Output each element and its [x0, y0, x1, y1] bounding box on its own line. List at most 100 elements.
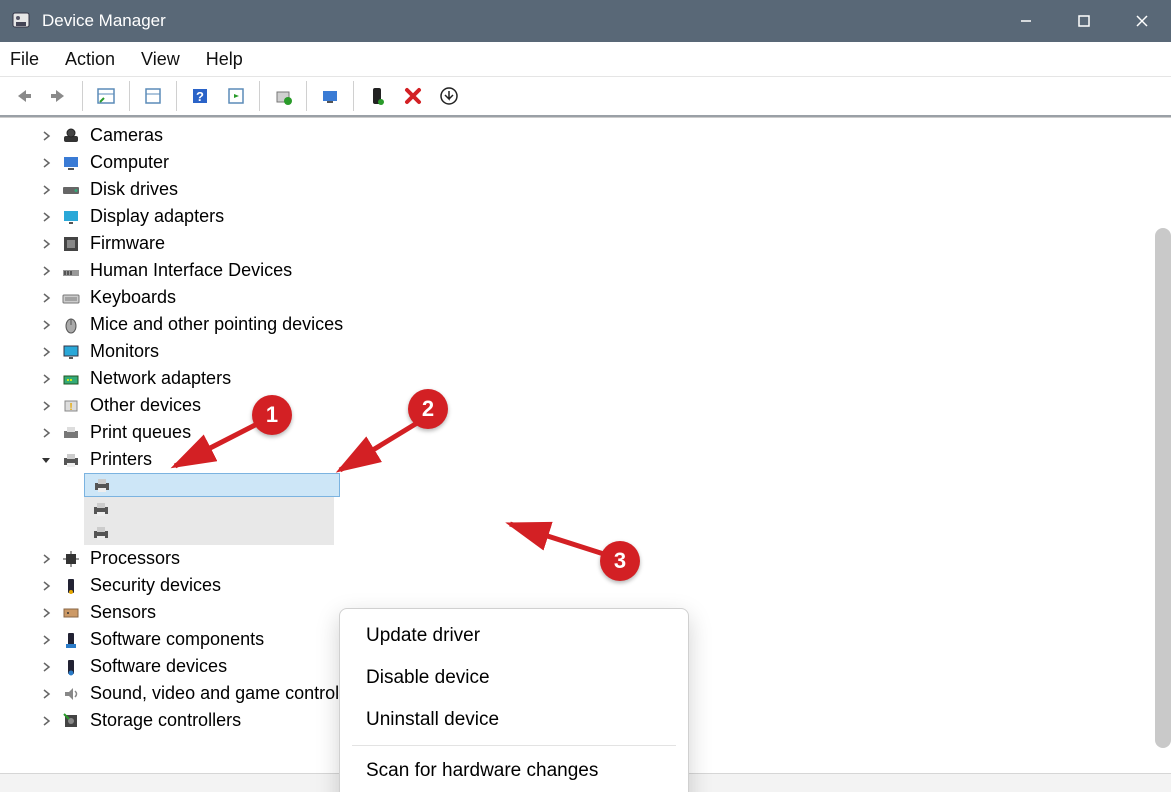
tree-item-label: Software devices [90, 656, 227, 677]
chevron-right-icon[interactable] [38, 428, 54, 438]
printer-icon [60, 449, 82, 471]
svg-text:?: ? [196, 89, 204, 104]
printer-child[interactable] [84, 497, 334, 521]
action-panel-icon[interactable] [219, 80, 253, 112]
network-icon [60, 368, 82, 390]
show-hidden-icon[interactable] [89, 80, 123, 112]
chevron-right-icon[interactable] [38, 293, 54, 303]
printer-icon [91, 474, 113, 496]
other-icon: ! [60, 395, 82, 417]
menu-file[interactable]: File [10, 49, 39, 70]
menu-view[interactable]: View [141, 49, 180, 70]
storage-icon [60, 710, 82, 732]
window-controls [997, 0, 1171, 42]
tree-item-network-adapters[interactable]: Network adapters [6, 365, 1153, 392]
annotation-badge-1: 1 [252, 395, 292, 435]
hid-icon [60, 260, 82, 282]
enable-device-icon[interactable] [360, 80, 394, 112]
chevron-down-icon[interactable] [38, 455, 54, 465]
chevron-right-icon[interactable] [38, 131, 54, 141]
chevron-right-icon[interactable] [38, 239, 54, 249]
chevron-right-icon[interactable] [38, 608, 54, 618]
tree-item-print-queues[interactable]: Print queues [6, 419, 1153, 446]
properties-icon[interactable] [136, 80, 170, 112]
tree-item-disk-drives[interactable]: Disk drives [6, 176, 1153, 203]
printq-icon [60, 422, 82, 444]
firmware-icon [60, 233, 82, 255]
sensor-icon [60, 602, 82, 624]
chevron-right-icon[interactable] [38, 266, 54, 276]
uninstall-device-icon[interactable] [396, 80, 430, 112]
tree-item-label: Sensors [90, 602, 156, 623]
tree-item-label: Security devices [90, 575, 221, 596]
menu-help[interactable]: Help [206, 49, 243, 70]
menu-disable-device[interactable]: Disable device [340, 657, 688, 699]
tree-item-label: Cameras [90, 125, 163, 146]
svg-text:!: ! [69, 402, 72, 413]
maximize-button[interactable] [1055, 0, 1113, 42]
chevron-right-icon[interactable] [38, 635, 54, 645]
tree-item-label: Software components [90, 629, 264, 650]
title-bar: Device Manager [0, 0, 1171, 42]
scan-changes-icon[interactable] [432, 80, 466, 112]
tree-item-human-interface-devices[interactable]: Human Interface Devices [6, 257, 1153, 284]
tree-item-label: Network adapters [90, 368, 231, 389]
sound-icon [60, 683, 82, 705]
printer-child-selected[interactable] [84, 473, 340, 497]
menu-scan-hardware[interactable]: Scan for hardware changes [340, 750, 688, 792]
chevron-right-icon[interactable] [38, 716, 54, 726]
scan-hardware-icon[interactable] [313, 80, 347, 112]
chevron-right-icon[interactable] [38, 374, 54, 384]
chevron-right-icon[interactable] [38, 689, 54, 699]
tree-item-label: Disk drives [90, 179, 178, 200]
tree-item-label: Human Interface Devices [90, 260, 292, 281]
tree-item-security-devices[interactable]: Security devices [6, 572, 1153, 599]
disk-icon [60, 179, 82, 201]
tree-item-label: Mice and other pointing devices [90, 314, 343, 335]
tree-item-printers[interactable]: Printers [6, 446, 1153, 473]
minimize-button[interactable] [997, 0, 1055, 42]
display-icon [60, 206, 82, 228]
device-tree-panel: Cameras Computer Disk drives Display adapte… [0, 117, 1171, 792]
menu-action[interactable]: Action [65, 49, 115, 70]
tree-item-processors[interactable]: Processors [6, 545, 1153, 572]
tree-item-keyboards[interactable]: Keyboards [6, 284, 1153, 311]
update-driver-icon[interactable] [266, 80, 300, 112]
tree-item-other-devices[interactable]: !Other devices [6, 392, 1153, 419]
chevron-right-icon[interactable] [38, 158, 54, 168]
computer-icon [60, 152, 82, 174]
menu-bar: File Action View Help [0, 42, 1171, 77]
tree-item-label: Printers [90, 449, 152, 470]
tree-item-label: Monitors [90, 341, 159, 362]
back-button[interactable] [6, 80, 40, 112]
chevron-right-icon[interactable] [38, 401, 54, 411]
cpu-icon [60, 548, 82, 570]
tree-item-computer[interactable]: Computer [6, 149, 1153, 176]
menu-uninstall-device[interactable]: Uninstall device [340, 699, 688, 741]
monitor-icon [60, 341, 82, 363]
chevron-right-icon[interactable] [38, 212, 54, 222]
chevron-right-icon[interactable] [38, 320, 54, 330]
tree-item-label: Keyboards [90, 287, 176, 308]
chevron-right-icon[interactable] [38, 347, 54, 357]
close-button[interactable] [1113, 0, 1171, 42]
chevron-right-icon[interactable] [38, 554, 54, 564]
chevron-right-icon[interactable] [38, 581, 54, 591]
mouse-icon [60, 314, 82, 336]
tree-item-label: Storage controllers [90, 710, 241, 731]
tree-item-display-adapters[interactable]: Display adapters [6, 203, 1153, 230]
vertical-scrollbar[interactable] [1155, 228, 1171, 748]
forward-button[interactable] [42, 80, 76, 112]
swcomp-icon [60, 629, 82, 651]
tree-item-label: Firmware [90, 233, 165, 254]
chevron-right-icon[interactable] [38, 185, 54, 195]
tree-item-mice-and-other-pointing-devices[interactable]: Mice and other pointing devices [6, 311, 1153, 338]
tree-item-cameras[interactable]: Cameras [6, 122, 1153, 149]
app-icon [10, 10, 32, 32]
tree-item-firmware[interactable]: Firmware [6, 230, 1153, 257]
chevron-right-icon[interactable] [38, 662, 54, 672]
tree-item-monitors[interactable]: Monitors [6, 338, 1153, 365]
menu-update-driver[interactable]: Update driver [340, 615, 688, 657]
printer-child[interactable] [84, 521, 334, 545]
help-icon[interactable]: ? [183, 80, 217, 112]
